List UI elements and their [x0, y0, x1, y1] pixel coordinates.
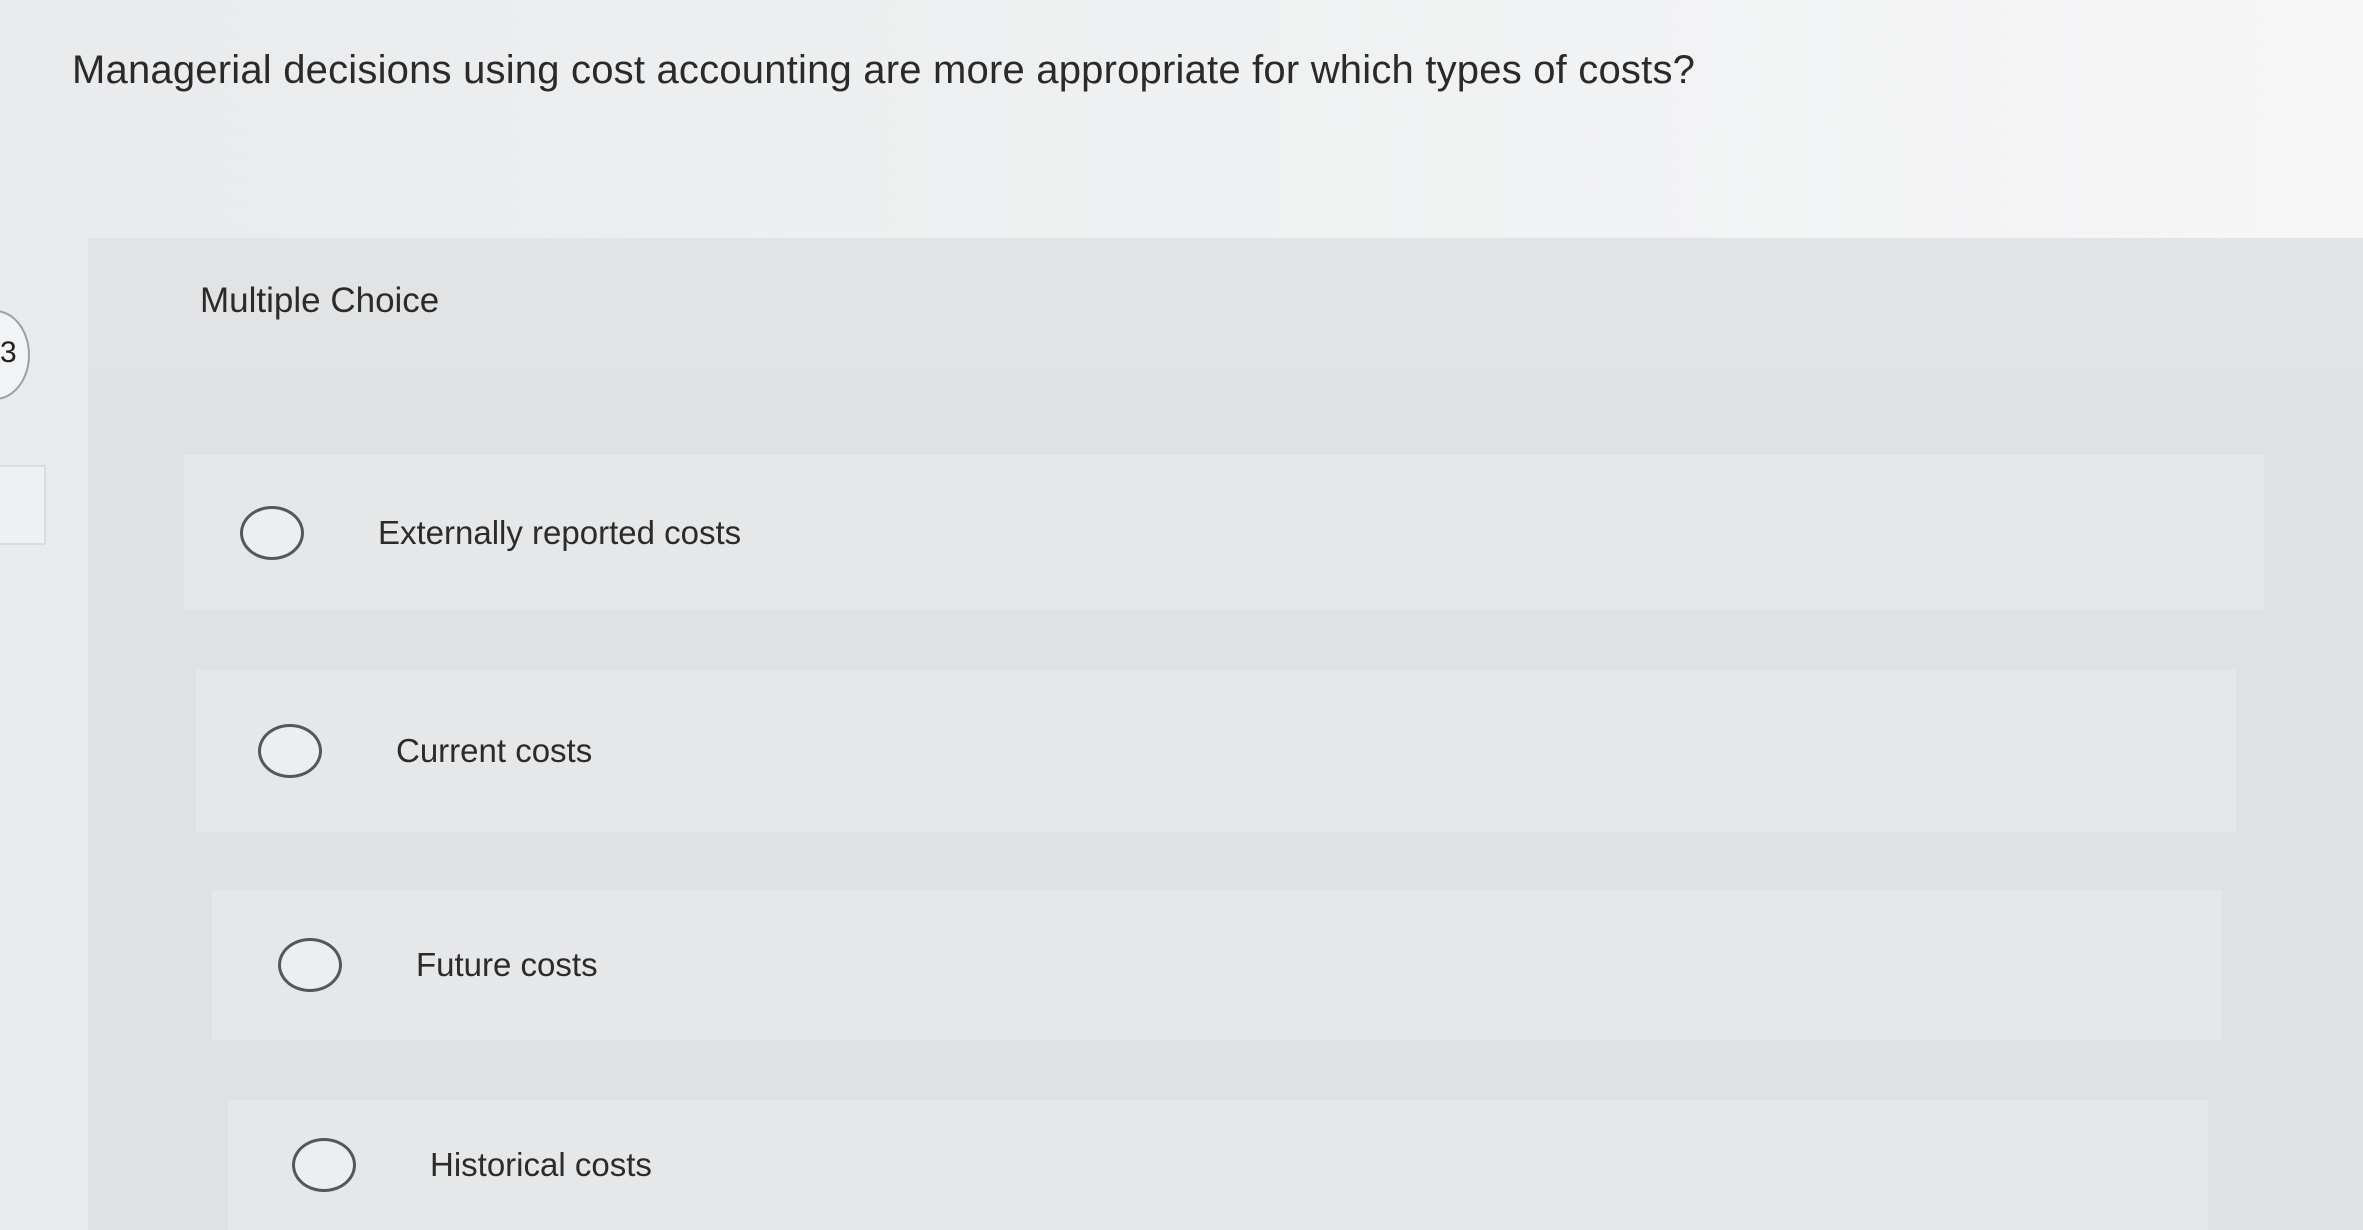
multiple-choice-label: Multiple Choice — [200, 281, 440, 320]
answer-option-label: Current costs — [396, 732, 593, 769]
answer-option-current-costs[interactable]: Current costs — [196, 670, 2236, 832]
answer-option-label: Historical costs — [430, 1146, 652, 1183]
answer-option-future-costs[interactable]: Future costs — [212, 890, 2222, 1040]
side-panel-box — [0, 465, 46, 545]
question-number: 3 — [0, 336, 17, 369]
multiple-choice-header: Multiple Choice — [88, 238, 2363, 370]
radio-button-icon[interactable] — [258, 724, 322, 778]
question-prompt: Managerial decisions using cost accounti… — [72, 48, 1696, 92]
radio-button-icon[interactable] — [292, 1138, 356, 1192]
answer-option-historical-costs[interactable]: Historical costs — [228, 1100, 2208, 1230]
radio-button-icon[interactable] — [278, 938, 342, 992]
answer-option-externally-reported-costs[interactable]: Externally reported costs — [184, 455, 2264, 610]
radio-button-icon[interactable] — [240, 505, 304, 560]
answer-option-label: Future costs — [416, 946, 598, 983]
answer-option-label: Externally reported costs — [378, 513, 742, 551]
